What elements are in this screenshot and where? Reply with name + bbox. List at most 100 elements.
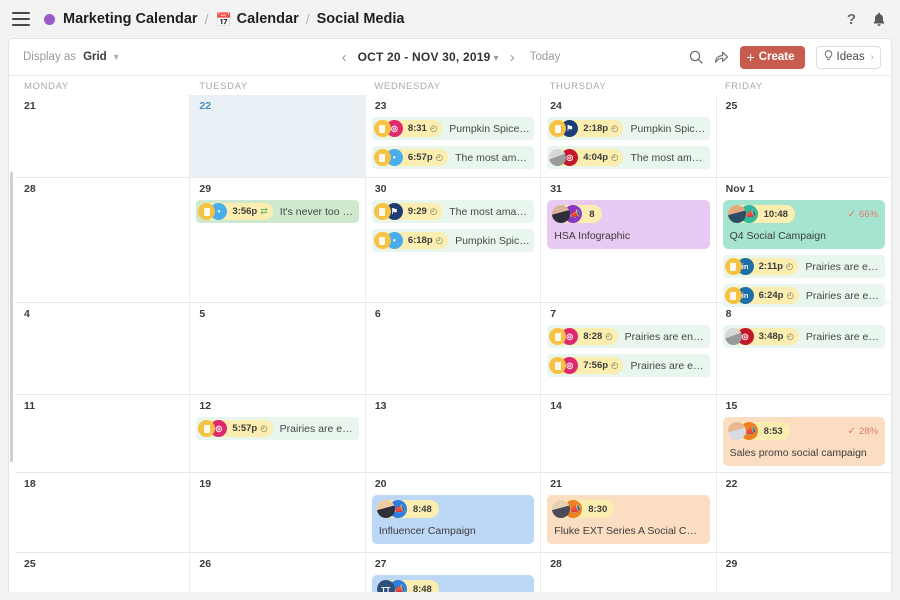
post-badge: ◎ 3:48p ◴	[724, 328, 799, 345]
chevron-down-icon: ▾	[493, 53, 499, 64]
social-post-pill[interactable]: ◎3:48p◴ Prairies are enormo…	[722, 325, 886, 348]
campaign-badge: 📣 10:48	[727, 205, 795, 223]
calendar-day-cell[interactable]: 21 📣8:30 Fluke EXT Series A Social Campaig…	[540, 473, 715, 552]
calendar-day-cell[interactable]: 18	[15, 473, 189, 552]
clock-icon: ◴	[611, 152, 619, 162]
post-time: 5:57p	[232, 423, 258, 434]
campaign-block[interactable]: 📣 8:53 ✓ 28% Sales promo social campaign	[722, 417, 886, 466]
avatar	[727, 205, 746, 223]
campaign-header: TT 📣 8:48	[376, 580, 527, 592]
header-actions: ?	[847, 11, 886, 28]
create-button[interactable]: + Create	[739, 45, 805, 69]
social-post-pill[interactable]: ◎8:28◴ Prairies are enormou…	[547, 325, 710, 348]
prev-period-button[interactable]: ‹	[340, 50, 349, 65]
post-badge: • 6:57p ◴	[373, 149, 449, 166]
campaign-header: 📣 8	[552, 205, 702, 223]
calendar-day-cell[interactable]: 6	[364, 303, 540, 394]
social-post-pill[interactable]: •6:18p◴ Pumpkin Spice Fre…	[371, 229, 535, 252]
calendar-day-cell[interactable]: 4	[15, 303, 189, 394]
calendar-day-cell[interactable]: 7 ◎8:28◴ Prairies are enormou… ◎7:56p◴ Prair…	[540, 303, 715, 394]
day-number: 26	[199, 558, 212, 570]
clock-icon: ◴	[786, 331, 794, 341]
day-number: 25	[24, 558, 36, 570]
calendar-day-cell[interactable]: 22	[189, 95, 365, 177]
campaign-block[interactable]: 📣 8 HSA Infographic	[547, 200, 710, 249]
ideas-button[interactable]: Ideas ›	[815, 45, 881, 69]
calendar-day-cell[interactable]: 27 TT 📣 8:48	[364, 553, 540, 592]
calendar-day-cell[interactable]: 31 📣 8 HSA Infographic	[540, 178, 715, 302]
next-period-button[interactable]: ›	[508, 50, 517, 65]
campaign-block[interactable]: TT 📣 8:48	[371, 575, 535, 592]
notifications-bell-icon[interactable]	[872, 12, 886, 27]
day-number: 12	[199, 400, 212, 412]
calendar-scrollbar[interactable]	[9, 76, 13, 592]
day-number: 13	[374, 400, 387, 412]
calendar-day-cell[interactable]: 28	[15, 178, 189, 302]
calendar-day-cell[interactable]: 29 •3:56p⇄ It's never too early to …	[189, 178, 364, 302]
calendar-day-cell[interactable]: 28	[540, 553, 715, 592]
campaign-block[interactable]: 📣8:30 Fluke EXT Series A Social Campaign	[547, 495, 710, 544]
social-post-pill[interactable]: ◎7:56p◴ Prairies are enormo…	[547, 354, 710, 377]
calendar-week-row: 21 22 23 ◎8:31◴ Pumpkin Spice Fren… •6:57p◴ Th…	[15, 95, 891, 177]
post-text: Pumpkin Spice Fre…	[630, 122, 705, 135]
calendar-day-cell[interactable]: 11	[15, 395, 189, 472]
post-text: Prairies are enormo…	[805, 330, 881, 343]
social-post-pill[interactable]: •6:57p◴ The most amazing …	[371, 146, 535, 169]
clock-icon: ◴	[611, 123, 619, 133]
calendar-day-cell[interactable]: 21	[15, 95, 189, 177]
social-post-pill[interactable]: ⚑2:18p◴ Pumpkin Spice Fre…	[547, 117, 710, 140]
breadcrumb-calendar[interactable]: 📅 Calendar	[215, 11, 298, 27]
calendar-day-cell[interactable]: 25	[15, 553, 189, 592]
clock-icon: ◴	[260, 423, 268, 433]
calendar-day-cell[interactable]: Nov 1 📣 10:48 ✓ 66% Q4 Social Campaign in 2:11p…	[715, 178, 891, 307]
social-post-pill[interactable]: in2:11p◴ Prairies are enormo…	[722, 255, 886, 278]
campaign-block[interactable]: 📣 10:48 ✓ 66% Q4 Social Campaign	[722, 200, 886, 249]
calendar-day-cell[interactable]: 23 ◎8:31◴ Pumpkin Spice Fren… •6:57p◴ The mo…	[364, 95, 540, 177]
hamburger-menu-icon[interactable]	[12, 12, 30, 26]
campaign-header: 📣 8:30	[552, 500, 702, 518]
chevron-down-icon: ▼	[111, 52, 121, 62]
calendar-day-cell[interactable]: 30 ⚑9:29◴ The most amazing F… •6:18p◴ Pumpki…	[364, 178, 540, 302]
social-post-pill[interactable]: •3:56p⇄ It's never too early to …	[196, 200, 359, 223]
calendar-day-cell[interactable]: 19	[189, 473, 364, 552]
day-number: 6	[374, 308, 381, 320]
toolbar-actions: + Create Ideas ›	[689, 45, 881, 69]
share-icon[interactable]	[714, 50, 729, 64]
social-post-pill[interactable]: ◎8:31◴ Pumpkin Spice Fren…	[371, 117, 535, 140]
calendar-day-cell[interactable]: 26	[189, 553, 364, 592]
social-post-pill[interactable]: ⚑9:29◴ The most amazing F…	[371, 200, 535, 223]
breadcrumb-view[interactable]: Social Media	[317, 11, 405, 27]
chevron-right-icon: ›	[870, 51, 874, 63]
today-button[interactable]: Today	[530, 51, 561, 63]
campaign-block[interactable]: 📣 8:48 Influencer Campaign	[371, 495, 535, 544]
calendar-day-cell[interactable]: 29	[715, 553, 891, 592]
calendar-day-cell[interactable]: 12 ◎5:57p◴ Prairies are enormo…	[189, 395, 364, 472]
search-icon[interactable]	[689, 50, 703, 64]
calendar-day-cell[interactable]: 14	[540, 395, 715, 472]
breadcrumb-workspace[interactable]: Marketing Calendar	[44, 11, 198, 27]
date-range-nav: ‹ OCT 20 - NOV 30, 2019 ▾ › Today	[300, 50, 600, 65]
post-text: Prairies are enormo…	[805, 289, 881, 302]
avatar	[376, 500, 395, 518]
calendar-day-cell[interactable]: 24 ⚑2:18p◴ Pumpkin Spice Fre… ◎4:04p◴ The mo…	[540, 95, 715, 177]
date-range-label[interactable]: OCT 20 - NOV 30, 2019 ▾	[358, 50, 499, 64]
calendar-day-cell[interactable]: 5	[189, 303, 364, 394]
social-post-pill[interactable]: ◎4:04p◴ The most amazing …	[547, 146, 710, 169]
day-number: 21	[24, 100, 36, 112]
day-number: 30	[374, 183, 387, 195]
social-post-pill[interactable]: ◎5:57p◴ Prairies are enormo…	[196, 417, 359, 440]
calendar-day-cell[interactable]: 22	[715, 473, 891, 552]
post-badge: ◎ 5:57p ◴	[198, 420, 273, 437]
help-icon[interactable]: ?	[847, 11, 856, 28]
post-time: 4:04p	[583, 152, 609, 163]
display-as-control[interactable]: Display as Grid ▼	[23, 51, 121, 63]
calendar-day-cell[interactable]: 13	[364, 395, 540, 472]
calendar-day-cell[interactable]: 15 📣 8:53 ✓ 28% Sales promo social campaign	[715, 395, 891, 472]
calendar-day-cell[interactable]: 8 ◎3:48p◴ Prairies are enormo…	[715, 303, 891, 394]
weekday-header-thursday: THURSDAY	[549, 81, 607, 92]
clock-icon: ◴	[605, 331, 613, 341]
calendar-day-cell[interactable]: 25	[715, 95, 891, 177]
post-time: 6:57p	[407, 152, 433, 163]
calendar-day-cell[interactable]: 20 📣 8:48 Influencer Campaign	[364, 473, 540, 552]
calendar-scrollbar-thumb[interactable]	[10, 172, 13, 462]
